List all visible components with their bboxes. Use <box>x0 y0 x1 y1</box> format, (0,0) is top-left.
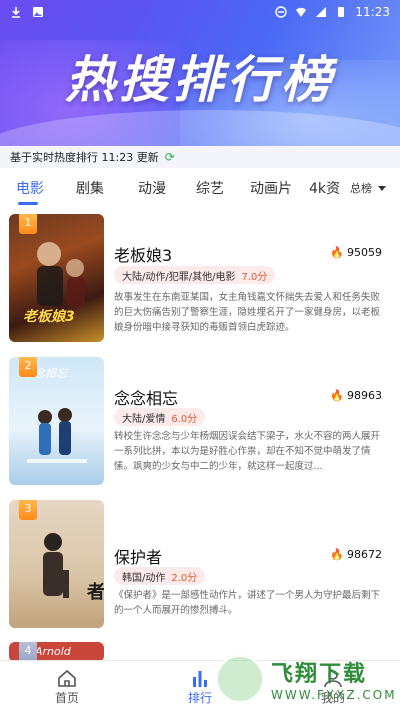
flame-icon: 🔥 <box>330 246 344 259</box>
ranking-icon <box>189 669 211 687</box>
tab-movie[interactable]: 电影 <box>16 178 44 205</box>
page-title: 热搜排行榜 <box>65 51 335 109</box>
wifi-icon <box>295 6 307 18</box>
download-icon <box>10 6 22 18</box>
poster-image: 保护者 3 <box>9 500 104 628</box>
update-info: 基于实时热度排行 11:23 更新 ⟳ <box>0 146 400 168</box>
item-score: 6.0分 <box>171 413 198 425</box>
tab-cartoon[interactable]: 动画片 <box>250 178 292 198</box>
signal-icon <box>315 6 327 18</box>
hot-number: 95059 <box>347 246 382 259</box>
item-description: 故事发生在东南亚某国，女主角钱嘉文怀揣失去爱人和任务失败的巨大伤痛告别了警察生涯… <box>114 292 381 333</box>
tab-4k[interactable]: 4k资 <box>309 178 339 198</box>
flame-icon: 🔥 <box>330 389 344 402</box>
region-filter-label: 总榜 <box>350 182 372 195</box>
item-title: 老板娘3 <box>114 246 173 265</box>
tag-bar: 大陆/动作/犯罪/其他/电影 7.0分 <box>114 266 276 284</box>
rank-badge: 3 <box>19 500 37 520</box>
item-score: 7.0分 <box>241 271 268 283</box>
hot-value: 🔥 98963 <box>330 389 382 402</box>
poster-title-art: 老板娘3 <box>23 309 75 325</box>
battery-icon <box>335 6 347 18</box>
item-title: 念念相忘 <box>114 389 179 408</box>
nav-ranking-label: 排行 <box>187 691 212 705</box>
item-tags: 韩国/动作 <box>122 572 166 584</box>
image-icon <box>32 6 44 18</box>
poster-image: 老板娘3 1 <box>9 214 104 342</box>
item-description: 《保护者》是一部感性动作片，讲述了一个男人为守护最后剩下的一个人而展开的惨烈搏斗… <box>114 590 381 616</box>
region-filter[interactable]: 总榜 <box>350 180 386 196</box>
tab-variety[interactable]: 综艺 <box>196 178 224 198</box>
watermark-logo: 飞翔下载 WWW.FXXZ.COM <box>215 647 400 711</box>
caret-down-icon <box>378 185 386 191</box>
rank-badge: 4 <box>19 642 37 662</box>
rank-badge: 2 <box>19 357 37 377</box>
item-score: 2.0分 <box>171 572 198 584</box>
tab-series[interactable]: 剧集 <box>76 178 104 198</box>
header-banner: 11:23 热搜排行榜 <box>0 0 400 150</box>
update-text: 基于实时热度排行 11:23 更新 <box>10 151 159 164</box>
item-tags: 大陆/动作/犯罪/其他/电影 <box>122 271 236 283</box>
tag-bar: 大陆/爱情 6.0分 <box>114 408 206 426</box>
flame-icon: 🔥 <box>330 548 344 561</box>
item-tags: 大陆/爱情 <box>122 413 166 425</box>
rank-badge: 1 <box>19 214 37 234</box>
dnd-icon <box>275 6 288 18</box>
hot-number: 98672 <box>347 548 382 561</box>
item-description: 转校生许念念与少年杨烟因误会结下梁子，水火不容的两人展开一系列比拼，本以为是好胜… <box>114 431 381 472</box>
status-bar: 11:23 <box>0 0 400 24</box>
home-icon <box>56 669 78 687</box>
list-item[interactable]: 老板娘3 1 老板娘3 🔥 95059 大陆/动作/犯罪/其他/电影 7.0分 … <box>0 214 400 344</box>
poster-title-art: Arnold <box>35 645 71 658</box>
hot-number: 98963 <box>347 389 382 402</box>
refresh-icon[interactable]: ⟳ <box>165 150 175 164</box>
active-tab-indicator <box>18 202 38 205</box>
nav-home[interactable]: 首页 <box>32 661 102 711</box>
category-tabs: 电影 剧集 动漫 综艺 动画片 4k资 <box>0 170 400 205</box>
hot-value: 🔥 98672 <box>330 548 382 561</box>
poster-title-art: 保护者 <box>84 582 104 600</box>
item-title: 保护者 <box>114 548 163 567</box>
poster-image: 念念相忘 2 <box>9 357 104 485</box>
watermark-main-text: 飞翔下载 <box>271 662 368 687</box>
tag-bar: 韩国/动作 2.0分 <box>114 567 206 585</box>
status-time: 11:23 <box>355 5 390 19</box>
watermark-emblem <box>215 654 265 704</box>
list-item[interactable]: 念念相忘 2 念念相忘 🔥 98963 大陆/爱情 6.0分 转校生许念念与少年… <box>0 357 400 487</box>
list-item[interactable]: 保护者 3 保护者 🔥 98672 韩国/动作 2.0分 《保护者》是一部感性动… <box>0 500 400 630</box>
hot-value: 🔥 95059 <box>330 246 382 259</box>
nav-home-label: 首页 <box>54 691 79 705</box>
tab-anime[interactable]: 动漫 <box>138 178 166 198</box>
watermark-sub-text: WWW.FXXZ.COM <box>271 688 397 702</box>
poster-image: Arnold 4 <box>9 642 104 662</box>
